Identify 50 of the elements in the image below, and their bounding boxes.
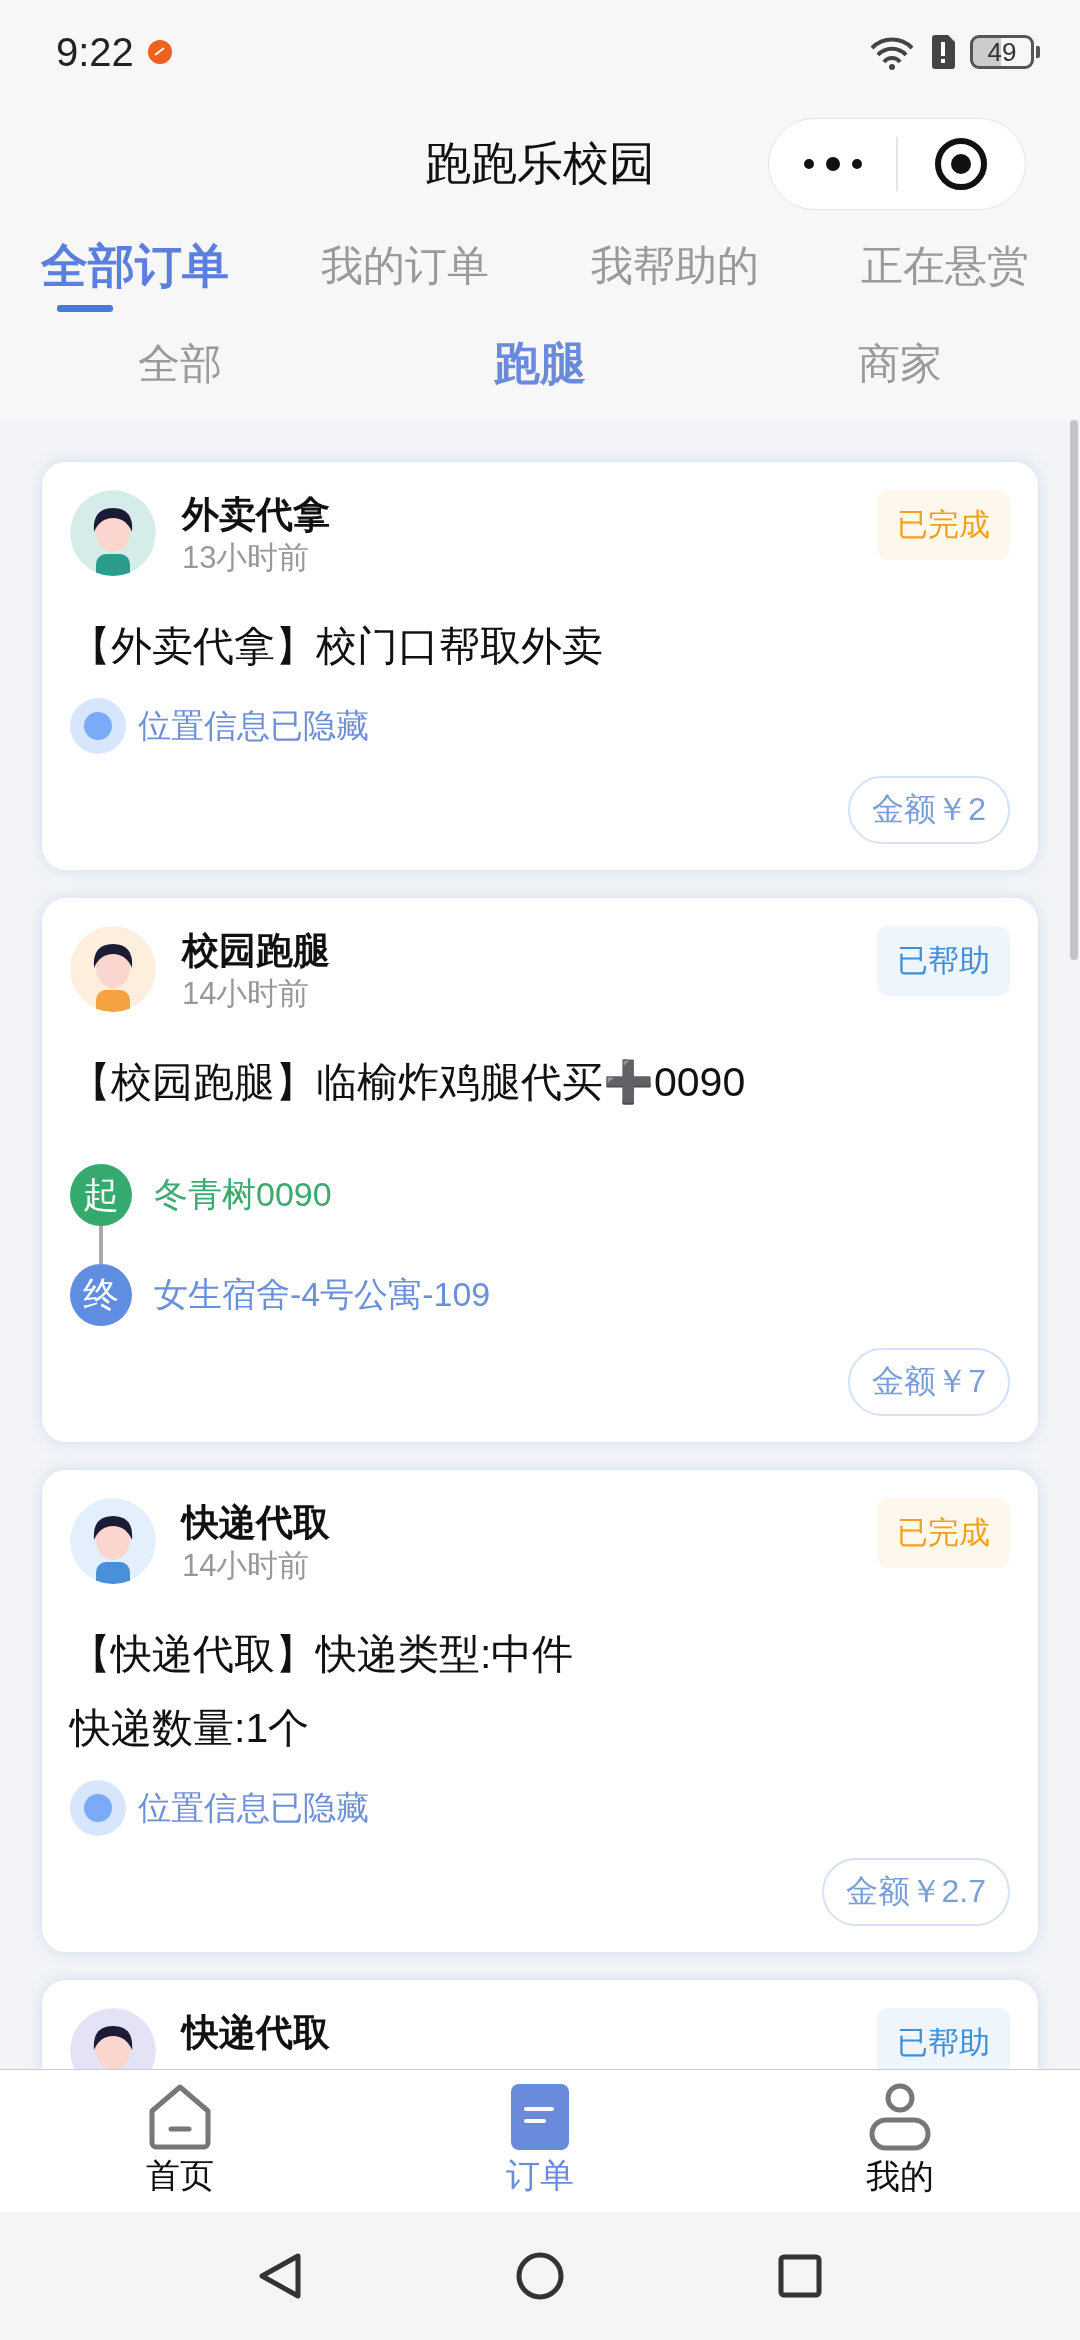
end-marker: 终 [70,1264,132,1326]
order-card[interactable]: 快递代取 14小时前 已完成 【快递代取】快递类型:中件 快递数量:1个 位置信息已隐藏 金额￥2.7 [42,1470,1038,1952]
nav-tab[interactable]: 首页 [0,2070,360,2212]
order-title: 快递代取 [182,2011,331,2055]
back-icon[interactable] [258,2252,302,2300]
order-card[interactable]: 校园跑腿 14小时前 已帮助 【校园跑腿】临榆炸鸡腿代买➕0090 起 冬青树0090 终 女生宿舍-4号公寓-109 金额￥7 [42,898,1038,1442]
category-tab[interactable]: 商家 [720,308,1080,420]
amount-tag: 金额￥7 [848,1348,1010,1416]
document-icon [510,2083,570,2151]
order-tab[interactable]: 我帮助的 [540,224,810,308]
location-hidden-text: 位置信息已隐藏 [138,705,369,746]
order-tab[interactable]: 我的订单 [270,224,540,308]
location-dot-icon [70,1780,126,1836]
category-tab[interactable]: 全部 [0,308,360,420]
battery-level: 49 [970,35,1034,69]
order-tab[interactable]: 正在悬赏 [810,224,1080,308]
order-description: 【外卖代拿】校门口帮取外卖 [70,622,604,671]
order-description: 快递数量:1个 [70,1704,311,1753]
location-hidden-text: 位置信息已隐藏 [138,1787,369,1828]
order-description: 【校园跑腿】临榆炸鸡腿代买➕0090 [70,1058,747,1107]
home-icon [147,2083,213,2151]
order-title: 快递代取 [182,1501,331,1545]
start-marker: 起 [70,1164,132,1226]
recents-icon[interactable] [778,2254,822,2298]
home-circle-icon[interactable] [516,2252,564,2300]
status-time: 9:22 [56,29,134,75]
status-badge: 已帮助 [877,926,1010,996]
amount-tag: 金额￥2.7 [821,1858,1010,1926]
location-dot-icon [70,698,126,754]
nav-tab[interactable]: 订单 [360,2070,720,2212]
app-notification-icon [147,40,172,64]
order-description: 【快递代取】快递类型:中件 [70,1630,575,1679]
close-target-icon[interactable] [934,137,989,191]
start-address: 冬青树0090 [154,1174,332,1215]
page-title: 跑跑乐校园 [425,136,655,191]
nav-tab[interactable]: 我的 [720,2070,1080,2212]
category-tab[interactable]: 跑腿 [360,308,720,420]
order-title: 外卖代拿 [182,493,331,537]
status-badge: 已完成 [877,490,1010,560]
order-time: 13小时前 [182,539,311,577]
status-badge: 已完成 [877,1498,1010,1568]
amount-tag: 金额￥2 [848,776,1010,844]
end-address: 女生宿舍-4号公寓-109 [154,1274,491,1315]
order-time: 14小时前 [182,1547,311,1585]
order-card[interactable]: 快递代取 已帮助 [42,1980,1038,2069]
order-title: 校园跑腿 [182,929,331,973]
sim-alert-icon [930,34,956,70]
order-time: 14小时前 [182,975,311,1013]
order-card[interactable]: 外卖代拿 13小时前 已完成 【外卖代拿】校门口帮取外卖 位置信息已隐藏 金额￥2 [42,462,1038,870]
person-icon [869,2082,931,2152]
